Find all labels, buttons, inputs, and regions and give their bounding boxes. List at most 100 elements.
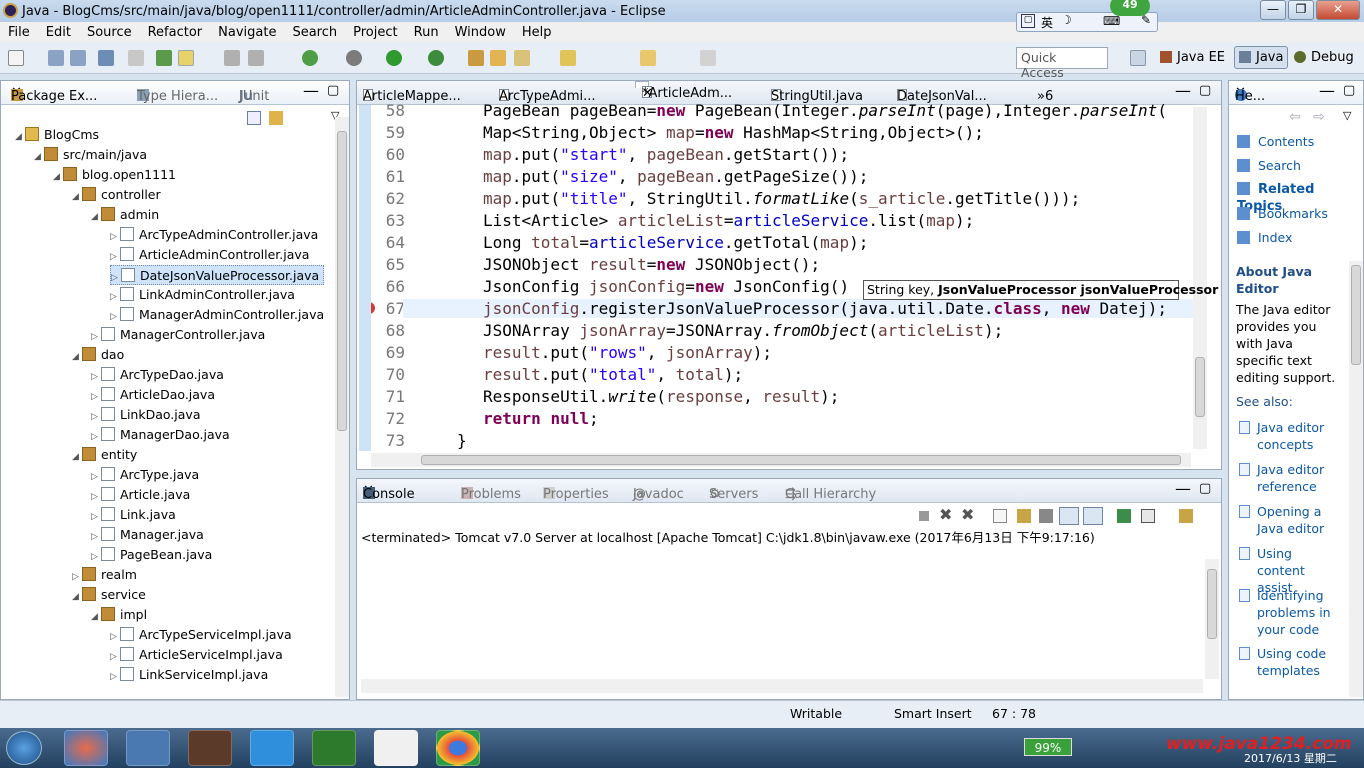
perspective-java-ee[interactable]: Java EE	[1160, 50, 1225, 65]
explorer-scroll-thumb[interactable]	[337, 131, 347, 431]
tree-item[interactable]: ▷ ArticleDao.java	[91, 385, 215, 405]
word-wrap-icon[interactable]	[1039, 509, 1053, 523]
tree-item[interactable]: ◢ service	[72, 585, 146, 605]
remove-all-icon[interactable]: ✖	[961, 505, 974, 524]
help-back-icon[interactable]: ⇦	[1289, 109, 1301, 125]
back-icon[interactable]	[640, 50, 656, 66]
collapsed-arrow-icon[interactable]: ▷	[91, 327, 101, 347]
collapsed-arrow-icon[interactable]: ▷	[91, 507, 101, 527]
help-index-link[interactable]: Index	[1237, 229, 1292, 246]
menu-project[interactable]: Project	[345, 25, 405, 40]
toggle-whitespace-icon[interactable]	[224, 50, 240, 66]
code-line[interactable]: map.put("start", pageBean.getStart());	[483, 145, 849, 164]
help-see-also-link[interactable]: Using code templates	[1239, 645, 1343, 679]
refresh-icon[interactable]	[302, 50, 318, 66]
tree-item[interactable]: ◢ admin	[91, 205, 159, 225]
help-see-also-link[interactable]: Opening a Java editor	[1239, 503, 1343, 537]
close-tab-icon[interactable]: ✕	[642, 86, 653, 101]
open-perspective-icon[interactable]	[1130, 50, 1146, 66]
console-minimize-icon[interactable]: —	[1175, 479, 1191, 498]
skip-breakpoints-icon[interactable]	[128, 50, 144, 66]
menu-file[interactable]: File	[0, 25, 38, 40]
save-all-icon[interactable]	[70, 50, 86, 66]
pin-console-icon[interactable]	[1117, 509, 1131, 523]
tree-item[interactable]: ▷ ArcTypeDao.java	[91, 365, 224, 385]
tree-item[interactable]: ◢ BlogCms	[15, 125, 99, 145]
ime-language[interactable]: 英	[1041, 14, 1053, 31]
tree-item[interactable]: ▷ LinkAdminController.java	[110, 285, 295, 305]
remove-launch-icon[interactable]: ✖	[939, 505, 952, 524]
tree-item[interactable]: ◢ src/main/java	[34, 145, 147, 165]
help-see-also-link[interactable]: Identifying problems in your code	[1239, 587, 1343, 638]
save-icon[interactable]	[48, 50, 64, 66]
collapsed-arrow-icon[interactable]: ▷	[91, 527, 101, 547]
collapsed-arrow-icon[interactable]: ▷	[110, 647, 120, 667]
help-scroll-thumb[interactable]	[1351, 265, 1361, 365]
expanded-arrow-icon[interactable]: ◢	[72, 347, 82, 367]
expanded-arrow-icon[interactable]: ◢	[72, 587, 82, 607]
collapsed-arrow-icon[interactable]: ▷	[110, 287, 120, 307]
menu-navigate[interactable]: Navigate	[210, 25, 284, 40]
code-line[interactable]: result.put("total", total);	[483, 365, 743, 384]
collapsed-arrow-icon[interactable]: ▷	[110, 307, 120, 327]
code-line[interactable]: PageBean pageBean=new PageBean(Integer.p…	[483, 101, 1167, 120]
tree-item[interactable]: ◢ controller	[72, 185, 161, 205]
menu-refactor[interactable]: Refactor	[140, 25, 211, 40]
pencil-icon[interactable]	[514, 50, 530, 66]
taskbar-camtasia-2[interactable]	[374, 730, 418, 766]
collapsed-arrow-icon[interactable]: ▷	[91, 387, 101, 407]
maximize-view-icon[interactable]: ▢	[327, 83, 339, 98]
taskbar-eclipse[interactable]	[188, 730, 232, 766]
tree-item[interactable]: ▷ Manager.java	[91, 525, 204, 545]
show-err-icon[interactable]	[1083, 507, 1103, 525]
tree-item[interactable]: ▷ PageBean.java	[91, 545, 212, 565]
tree-item[interactable]: ◢ impl	[91, 605, 147, 625]
editor-tab[interactable]: *ArticleAdm... ✕	[635, 81, 732, 101]
tree-item[interactable]: ▷ ArticleServiceImpl.java	[110, 645, 283, 665]
code-editor[interactable]: 58 PageBean pageBean=new PageBean(Integer…	[371, 101, 1201, 451]
code-line[interactable]: ResponseUtil.write(response, result);	[483, 387, 839, 406]
help-scrollbar[interactable]	[1349, 261, 1363, 697]
taskbar-chrome[interactable]	[436, 730, 480, 766]
collapse-all-icon[interactable]	[247, 111, 261, 125]
maximize-button[interactable]: ❐	[1288, 0, 1314, 20]
annotation-icon[interactable]	[560, 50, 576, 66]
tree-item[interactable]: ▷ DateJsonValueProcessor.java	[110, 265, 325, 285]
minimize-view-icon[interactable]: —	[303, 81, 319, 100]
menu-window[interactable]: Window	[447, 25, 514, 40]
code-line[interactable]: JSONArray jsonArray=JSONArray.fromObject…	[483, 321, 1003, 340]
menu-source[interactable]: Source	[79, 25, 140, 40]
perspective-debug[interactable]: Debug	[1294, 50, 1354, 65]
help-search-link[interactable]: Search	[1237, 157, 1301, 174]
run-icon[interactable]	[386, 50, 402, 66]
expanded-arrow-icon[interactable]: ◢	[34, 147, 44, 167]
tab-package-explorer[interactable]: Package Ex... ✕	[11, 85, 97, 104]
code-line[interactable]: map.put("title", StringUtil.formatLike(s…	[483, 189, 1080, 208]
moon-icon[interactable]: ☽	[1061, 13, 1072, 27]
help-maximize-icon[interactable]: ▢	[1343, 83, 1355, 98]
debug-icon[interactable]	[346, 50, 362, 66]
code-line[interactable]: jsonConfig.registerJsonValueProcessor(ja…	[403, 299, 1201, 318]
help-forward-icon[interactable]: ⇨	[1313, 109, 1325, 125]
tree-item[interactable]: ▷ ManagerDao.java	[91, 425, 230, 445]
tree-item[interactable]: ◢ blog.open1111	[53, 165, 176, 185]
collapsed-arrow-icon[interactable]: ▷	[110, 667, 120, 687]
code-line[interactable]: Long total=articleService.getTotal(map);	[483, 233, 868, 252]
open-folder-icon[interactable]	[490, 50, 506, 66]
close-button[interactable]: ✕	[1316, 0, 1360, 20]
menu-edit[interactable]: Edit	[38, 25, 79, 40]
taskbar-camtasia-1[interactable]	[312, 730, 356, 766]
console-hscrollbar[interactable]	[361, 679, 1203, 693]
tree-item[interactable]: ▷ ArcType.java	[91, 465, 199, 485]
help-minimize-icon[interactable]: —	[1319, 81, 1335, 100]
clear-console-icon[interactable]	[993, 509, 1007, 523]
collapsed-arrow-icon[interactable]: ▷	[110, 247, 120, 267]
tree-item[interactable]: ▷ realm	[72, 565, 137, 585]
code-line[interactable]: }	[457, 431, 467, 450]
display-console-icon[interactable]	[1141, 509, 1155, 523]
open-console-icon[interactable]	[1179, 509, 1193, 523]
tree-item[interactable]: ▷ Article.java	[91, 485, 190, 505]
code-line[interactable]: List<Article> articleList=articleService…	[483, 211, 974, 230]
tab-console[interactable]: Console ✕	[363, 483, 415, 502]
tab-help[interactable]: He... ✕	[1235, 85, 1265, 104]
